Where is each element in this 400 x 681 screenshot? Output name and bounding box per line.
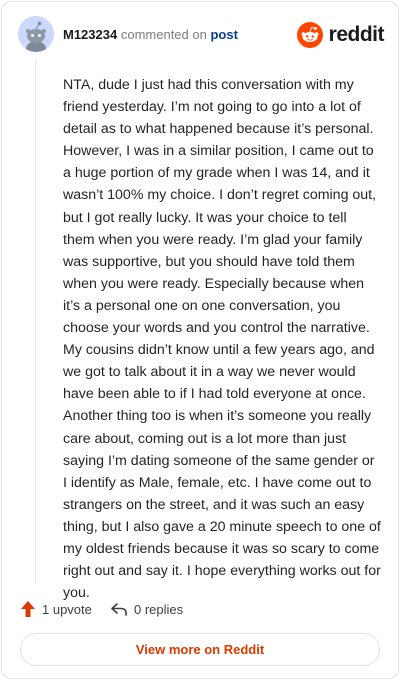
replies-count: 0 replies xyxy=(134,601,184,617)
avatar[interactable] xyxy=(18,16,54,52)
comment-meta: M123234 commented on post xyxy=(63,27,238,42)
reddit-brand[interactable]: reddit xyxy=(296,22,385,48)
comment-footer: 1 upvote 0 replies xyxy=(20,598,380,620)
upvote-arrow-icon xyxy=(21,601,35,617)
post-link[interactable]: post xyxy=(210,27,237,42)
comment-body: NTA, dude I just had this conversation w… xyxy=(63,77,381,602)
commented-on-label: commented on xyxy=(120,27,207,42)
brand-name: reddit xyxy=(328,23,385,46)
reply-icon xyxy=(111,603,127,616)
reddit-logo-icon xyxy=(296,22,323,48)
snoo-avatar-icon xyxy=(18,16,54,52)
replies-stat[interactable]: 0 replies xyxy=(110,598,183,620)
upvote-count: 1 upvote xyxy=(42,601,92,617)
comment-card: M123234 commented on post reddit NTA, du… xyxy=(1,1,399,679)
comment-header: M123234 commented on post reddit xyxy=(18,16,385,54)
username[interactable]: M123234 xyxy=(63,27,117,42)
view-more-button[interactable]: View more on Reddit xyxy=(20,633,380,666)
upvote-stat[interactable]: 1 upvote xyxy=(20,598,92,620)
thread-line xyxy=(35,60,36,584)
